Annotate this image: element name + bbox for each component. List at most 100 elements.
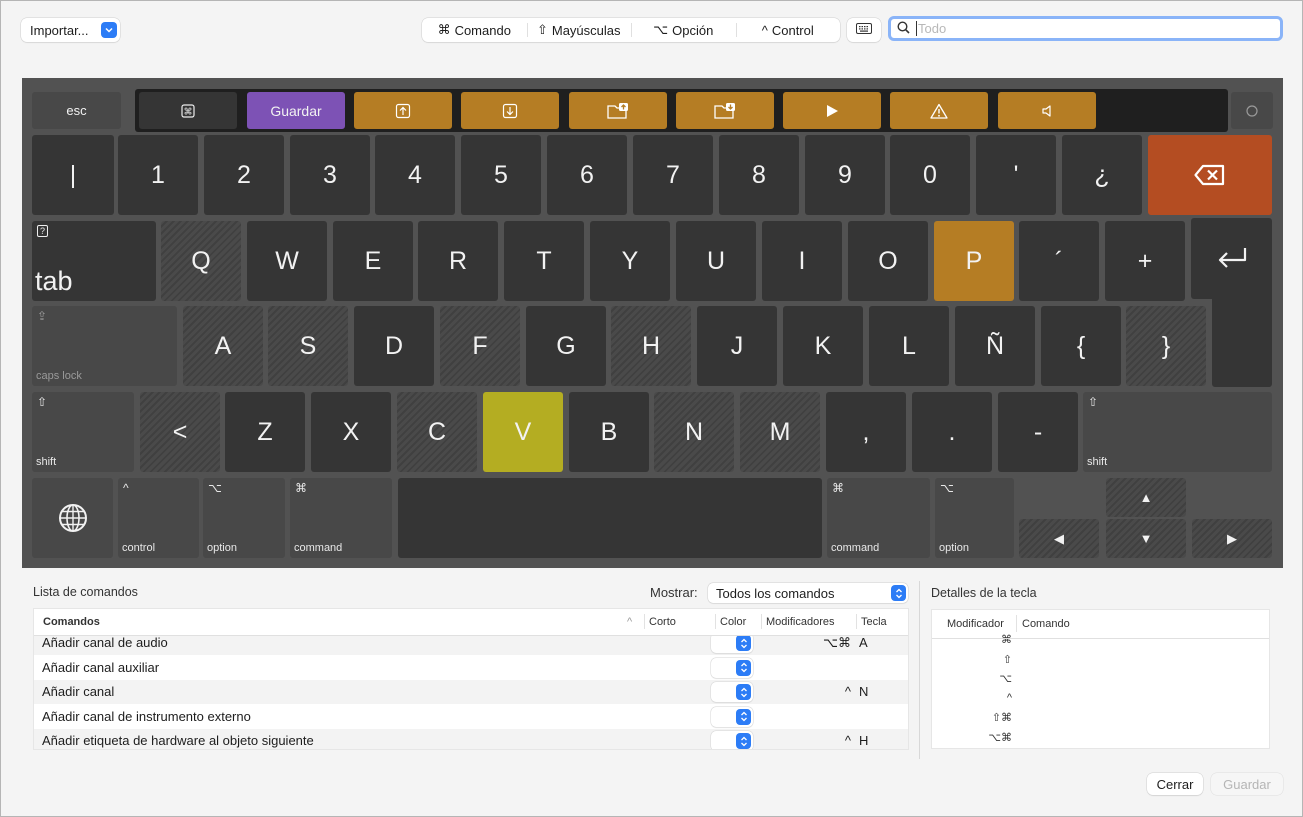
- key-letter[interactable]: U: [676, 221, 756, 301]
- panel-divider[interactable]: [919, 581, 920, 759]
- key-letter[interactable]: C: [397, 392, 477, 472]
- key-letter[interactable]: M: [740, 392, 820, 472]
- key-pipe[interactable]: |: [32, 135, 114, 215]
- touchbar-key-folder-up[interactable]: [569, 92, 667, 129]
- key-letter[interactable]: <: [140, 392, 220, 472]
- touchbar-key-play[interactable]: [783, 92, 881, 129]
- key-letter[interactable]: ,: [826, 392, 906, 472]
- key-letter[interactable]: S: [268, 306, 348, 386]
- modifier-command-toggle[interactable]: ⌘ Comando: [422, 18, 527, 42]
- key-letter[interactable]: N: [654, 392, 734, 472]
- key-num[interactable]: 6: [547, 135, 627, 215]
- key-control[interactable]: ^ control: [118, 478, 199, 558]
- touchbar-key-move-up[interactable]: [354, 92, 452, 129]
- show-filter-select[interactable]: Todos los comandos: [708, 583, 908, 603]
- key-letter[interactable]: X: [311, 392, 391, 472]
- search-input[interactable]: [916, 21, 1266, 36]
- key-tab[interactable]: ? tab: [32, 221, 156, 301]
- key-command-left[interactable]: ⌘ command: [290, 478, 392, 558]
- key-letter[interactable]: K: [783, 306, 863, 386]
- command-row[interactable]: Añadir etiqueta de hardware al objeto si…: [34, 729, 908, 749]
- key-globe[interactable]: [32, 478, 113, 558]
- sort-ascending-icon[interactable]: ^: [627, 616, 632, 628]
- key-caps-lock[interactable]: ⇪ caps lock: [32, 306, 177, 386]
- key-letter[interactable]: G: [526, 306, 606, 386]
- key-shift-right[interactable]: ⇧ shift: [1083, 392, 1272, 472]
- key-letter[interactable]: -: [998, 392, 1078, 472]
- key-letter[interactable]: A: [183, 306, 263, 386]
- key-num[interactable]: 5: [461, 135, 541, 215]
- key-num[interactable]: 3: [290, 135, 370, 215]
- touch-id-key[interactable]: [1231, 92, 1273, 129]
- key-letter[interactable]: T: [504, 221, 584, 301]
- key-letter[interactable]: Y: [590, 221, 670, 301]
- command-row[interactable]: Añadir canal auxiliar: [34, 656, 908, 680]
- arrow-right-key[interactable]: ▶: [1192, 519, 1272, 558]
- key-letter[interactable]: P: [934, 221, 1014, 301]
- column-header-modifier[interactable]: Modificador: [947, 618, 1004, 630]
- modifier-shift-toggle[interactable]: ⇧ Mayúsculas: [526, 18, 632, 42]
- key-return[interactable]: [1191, 218, 1272, 299]
- keyboard-layout-button[interactable]: [847, 18, 881, 42]
- key-num[interactable]: 1: [118, 135, 198, 215]
- key-num[interactable]: 4: [375, 135, 455, 215]
- key-num[interactable]: ¿: [1062, 135, 1142, 215]
- key-space[interactable]: [398, 478, 822, 558]
- key-letter[interactable]: }: [1126, 306, 1206, 386]
- import-popup-button[interactable]: Importar...: [21, 18, 120, 42]
- key-letter[interactable]: E: [333, 221, 413, 301]
- key-shift-left[interactable]: ⇧ shift: [32, 392, 134, 472]
- key-letter[interactable]: Ñ: [955, 306, 1035, 386]
- key-delete[interactable]: [1148, 135, 1272, 215]
- key-esc[interactable]: esc: [32, 92, 121, 129]
- key-option-left[interactable]: ⌥ option: [203, 478, 285, 558]
- color-popup[interactable]: [711, 657, 753, 678]
- key-letter[interactable]: B: [569, 392, 649, 472]
- key-return-lower[interactable]: [1212, 293, 1272, 387]
- key-num[interactable]: 9: [805, 135, 885, 215]
- key-command-right[interactable]: ⌘ command: [827, 478, 930, 558]
- touchbar-key-command-glyph[interactable]: ⌘: [139, 92, 237, 129]
- color-popup[interactable]: [711, 731, 753, 749]
- touchbar-key-speaker[interactable]: [998, 92, 1096, 129]
- column-header-color[interactable]: Color: [714, 614, 746, 629]
- column-header-short[interactable]: Corto: [644, 614, 676, 629]
- key-num[interactable]: 2: [204, 135, 284, 215]
- command-row[interactable]: Añadir canal ^ N: [34, 680, 908, 704]
- touchbar-key-folder-down[interactable]: [676, 92, 774, 129]
- touchbar-key-move-down[interactable]: [461, 92, 559, 129]
- key-letter[interactable]: F: [440, 306, 520, 386]
- column-header-command[interactable]: Comando: [1022, 618, 1070, 630]
- key-letter[interactable]: ´: [1019, 221, 1099, 301]
- arrow-up-key[interactable]: ▲: [1106, 478, 1186, 517]
- column-header-modifiers[interactable]: Modificadores: [760, 614, 834, 629]
- save-button[interactable]: Guardar: [1211, 773, 1283, 795]
- key-letter[interactable]: {: [1041, 306, 1121, 386]
- arrow-down-key[interactable]: ▼: [1106, 519, 1186, 558]
- key-num[interactable]: 0: [890, 135, 970, 215]
- key-num[interactable]: 7: [633, 135, 713, 215]
- touchbar-key-warning[interactable]: [890, 92, 988, 129]
- key-num[interactable]: 8: [719, 135, 799, 215]
- color-popup[interactable]: [711, 633, 753, 653]
- key-letter[interactable]: J: [697, 306, 777, 386]
- key-letter[interactable]: Z: [225, 392, 305, 472]
- column-header-key[interactable]: Tecla: [856, 614, 887, 629]
- key-option-right[interactable]: ⌥ option: [935, 478, 1014, 558]
- search-field[interactable]: [888, 16, 1283, 41]
- color-popup[interactable]: [711, 682, 753, 702]
- modifier-option-toggle[interactable]: ⌥ Opción: [631, 18, 736, 42]
- arrow-left-key[interactable]: ◀: [1019, 519, 1099, 558]
- modifier-control-toggle[interactable]: ^ Control: [735, 18, 841, 42]
- column-header-commands[interactable]: Comandos: [43, 616, 100, 628]
- key-letter[interactable]: H: [611, 306, 691, 386]
- key-letter[interactable]: D: [354, 306, 434, 386]
- key-letter[interactable]: Q: [161, 221, 241, 301]
- key-letter[interactable]: W: [247, 221, 327, 301]
- touchbar-key-guardar[interactable]: Guardar: [247, 92, 345, 129]
- close-button[interactable]: Cerrar: [1147, 773, 1203, 795]
- key-letter[interactable]: I: [762, 221, 842, 301]
- key-letter[interactable]: +: [1105, 221, 1185, 301]
- key-letter[interactable]: R: [418, 221, 498, 301]
- key-letter[interactable]: O: [848, 221, 928, 301]
